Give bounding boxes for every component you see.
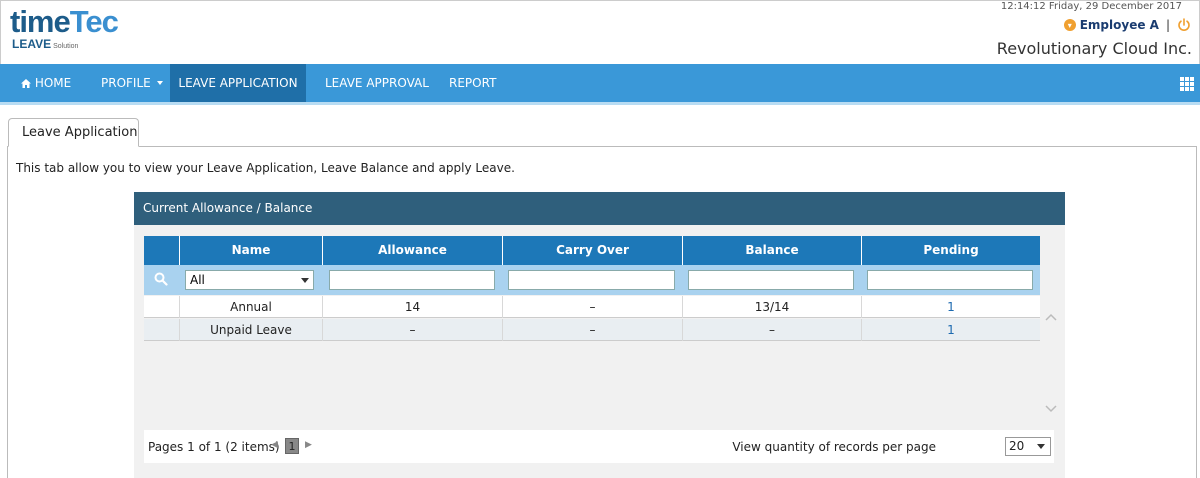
nav-home-label: HOME (34, 76, 72, 90)
table-row[interactable]: Unpaid Leave – – – 1 (144, 319, 1040, 341)
balance-filter-input[interactable] (688, 270, 854, 290)
nav-leave-approval[interactable]: LEAVE APPROVAL (325, 64, 429, 102)
name-filter-select[interactable]: All (185, 270, 314, 290)
tab-leave-application[interactable]: Leave Application (8, 118, 139, 147)
nav-report-label: REPORT (449, 76, 497, 90)
user-chevron-icon[interactable]: ▾ (1063, 19, 1076, 31)
nav-leave-approval-label: LEAVE APPROVAL (325, 76, 429, 90)
home-icon (21, 79, 31, 88)
nav-profile[interactable]: PROFILE (101, 64, 163, 102)
nav-home[interactable]: HOME (21, 64, 71, 102)
cell-carry-over: – (503, 296, 683, 318)
column-header-allowance[interactable]: Allowance (323, 236, 503, 265)
pager-bar: Pages 1 of 1 (2 items) ◀ 1 ▶ View quanti… (144, 430, 1054, 463)
nav-report[interactable]: REPORT (449, 64, 496, 102)
row-indicator (144, 296, 180, 318)
company-name: Revolutionary Cloud Inc. (996, 39, 1192, 58)
cell-name: Annual (180, 296, 323, 318)
apps-grid-icon[interactable] (1180, 77, 1194, 91)
column-header-carry-over[interactable]: Carry Over (503, 236, 683, 265)
main-nav: HOME PROFILE LEAVE APPLICATION LEAVE APP… (0, 64, 1200, 105)
row-indicator (144, 319, 180, 341)
cell-pending-link[interactable]: 1 (862, 319, 1040, 341)
name-filter-value: All (190, 273, 205, 287)
cell-pending-link[interactable]: 1 (862, 296, 1040, 318)
current-datetime: 12:14:12 Friday, 29 December 2017 (1000, 1, 1182, 12)
carry-over-filter-input[interactable] (508, 270, 675, 290)
column-header-pending[interactable]: Pending (862, 236, 1040, 265)
table-row[interactable]: Annual 14 – 13/14 1 (144, 296, 1040, 318)
search-icon[interactable] (154, 272, 168, 286)
chevron-down-icon (1037, 444, 1045, 449)
logo-subtitle: LEAVE Solution (12, 37, 79, 51)
cell-balance: – (683, 319, 862, 341)
user-menu: ▾ Employee A | (1063, 18, 1191, 32)
next-page-arrow-icon[interactable]: ▶ (305, 440, 312, 450)
caret-down-icon (156, 81, 163, 85)
cell-allowance: – (323, 319, 503, 341)
tab-description: This tab allow you to view your Leave Ap… (16, 161, 515, 175)
timetec-leave-logo[interactable]: timeTec LEAVE Solution (10, 4, 119, 51)
per-page-label: View quantity of records per page (732, 440, 936, 454)
column-header-name[interactable]: Name (180, 236, 323, 265)
allowance-balance-widget: Current Allowance / Balance Name Allowan… (134, 192, 1065, 478)
per-page-select[interactable]: 20 (1005, 437, 1051, 456)
per-page-value: 20 (1009, 439, 1025, 453)
pending-filter-input[interactable] (867, 270, 1033, 290)
nav-leave-application[interactable]: LEAVE APPLICATION (170, 64, 306, 102)
chevron-down-icon (301, 278, 309, 283)
filter-row: All (144, 265, 1040, 295)
scroll-down-arrow-icon[interactable] (1045, 404, 1057, 414)
pager-info: Pages 1 of 1 (2 items) (148, 440, 280, 454)
allowance-filter-input[interactable] (329, 270, 495, 290)
cell-allowance: 14 (323, 296, 503, 318)
separator: | (1165, 18, 1170, 32)
nav-profile-label: PROFILE (101, 76, 151, 90)
page-number-button[interactable]: 1 (285, 438, 299, 454)
logout-power-icon[interactable] (1177, 18, 1191, 32)
cell-balance: 13/14 (683, 296, 862, 318)
app-header: timeTec LEAVE Solution 12:14:12 Friday, 2… (0, 0, 1200, 64)
cell-carry-over: – (503, 319, 683, 341)
prev-page-arrow-icon[interactable]: ◀ (271, 440, 278, 450)
column-header-balance[interactable]: Balance (683, 236, 862, 265)
logo-wordmark: timeTec (10, 4, 119, 39)
cell-name: Unpaid Leave (180, 319, 323, 341)
grid-header-blank (144, 236, 180, 265)
widget-title: Current Allowance / Balance (134, 192, 1065, 225)
scroll-up-arrow-icon[interactable] (1045, 312, 1057, 322)
nav-leave-application-label: LEAVE APPLICATION (178, 76, 298, 90)
user-name-link[interactable]: Employee A (1080, 18, 1159, 32)
